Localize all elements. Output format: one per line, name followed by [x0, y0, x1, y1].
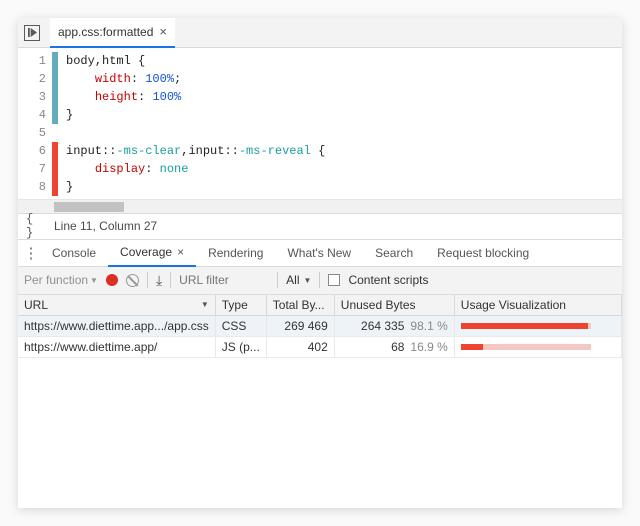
close-icon[interactable]: × [159, 24, 167, 39]
export-icon[interactable]: ⤓ [156, 272, 162, 289]
scrollbar-thumb[interactable] [54, 202, 124, 212]
cell-total: 269 469 [266, 315, 334, 336]
cursor-position: Line 11, Column 27 [54, 219, 157, 233]
coverage-table: URL▼ Type Total By... Unused Bytes Usage… [18, 295, 622, 358]
source-tab-title: app.css:formatted [58, 25, 153, 39]
line-number: 6 [18, 142, 46, 160]
separator [170, 272, 171, 288]
col-total[interactable]: Total By... [266, 295, 334, 316]
chevron-down-icon: ▼ [304, 276, 312, 285]
code-line[interactable]: display: none [66, 160, 622, 178]
code-line[interactable]: } [66, 106, 622, 124]
line-number: 2 [18, 70, 46, 88]
content-scripts-label: Content scripts [348, 273, 428, 287]
line-number: 3 [18, 88, 46, 106]
code-editor[interactable]: 1234567891011121314151617 body,html { wi… [18, 48, 622, 199]
cell-type: CSS [215, 315, 266, 336]
cell-total: 402 [266, 336, 334, 357]
tab-request-blocking[interactable]: Request blocking [425, 239, 541, 267]
cell-type: JS (p... [215, 336, 266, 357]
col-viz[interactable]: Usage Visualization [454, 295, 621, 316]
separator [277, 272, 278, 288]
line-number-gutter: 1234567891011121314151617 [18, 48, 52, 199]
tab-rendering[interactable]: Rendering [196, 239, 275, 267]
chevron-down-icon: ▼ [90, 276, 98, 285]
cell-url: https://www.diettime.app/ [18, 336, 215, 357]
tab-console[interactable]: Console [40, 239, 108, 267]
content-scripts-checkbox[interactable] [328, 274, 340, 286]
line-number: 1 [18, 52, 46, 70]
col-type[interactable]: Type [215, 295, 266, 316]
table-row[interactable]: https://www.diettime.app/JS (p...4026816… [18, 336, 622, 357]
col-unused[interactable]: Unused Bytes [334, 295, 454, 316]
kebab-menu-icon[interactable]: ⋮ [22, 244, 40, 262]
empty-area [18, 358, 622, 509]
devtools-window: app.css:formatted × 12345678910111213141… [18, 18, 622, 508]
close-icon[interactable]: × [177, 245, 184, 259]
code-line[interactable]: } [66, 178, 622, 196]
tab-search[interactable]: Search [363, 239, 425, 267]
code-line[interactable]: height: 100% [66, 88, 622, 106]
source-tabbar: app.css:formatted × [18, 18, 622, 48]
resume-script-icon[interactable] [24, 25, 40, 41]
code-line[interactable]: input::-ms-clear,input::-ms-reveal { [66, 142, 622, 160]
cell-unused: 264 33598.1 % [334, 315, 454, 336]
cell-unused: 6816.9 % [334, 336, 454, 357]
line-number: 5 [18, 124, 46, 142]
line-number: 7 [18, 160, 46, 178]
code-line[interactable] [66, 124, 622, 142]
separator [147, 272, 148, 288]
code-line[interactable]: width: 100%; [66, 70, 622, 88]
horizontal-scrollbar[interactable] [18, 199, 622, 213]
code-line[interactable]: body,html { [66, 52, 622, 70]
record-icon[interactable] [106, 274, 118, 286]
url-filter-input[interactable] [179, 273, 269, 287]
coverage-granularity-select[interactable]: Per function ▼ [24, 273, 98, 287]
col-url[interactable]: URL▼ [18, 295, 215, 316]
coverage-toolbar: Per function ▼ ⤓ All ▼ Content scripts [18, 267, 622, 295]
line-number: 8 [18, 178, 46, 196]
drawer-tabbar: ⋮ Console Coverage × Rendering What's Ne… [18, 239, 622, 267]
clear-icon[interactable] [126, 274, 139, 287]
cell-url: https://www.diettime.app.../app.css [18, 315, 215, 336]
editor-statusbar: { } Line 11, Column 27 [18, 213, 622, 239]
type-filter-select[interactable]: All ▼ [286, 273, 311, 287]
source-tab[interactable]: app.css:formatted × [50, 18, 175, 48]
tab-whatsnew[interactable]: What's New [275, 239, 363, 267]
line-number: 4 [18, 106, 46, 124]
cell-viz [454, 315, 621, 336]
code-content[interactable]: body,html { width: 100%; height: 100%} in… [58, 48, 622, 199]
tab-coverage[interactable]: Coverage × [108, 239, 196, 267]
table-row[interactable]: https://www.diettime.app.../app.cssCSS26… [18, 315, 622, 336]
cell-viz [454, 336, 621, 357]
format-braces-icon[interactable]: { } [26, 212, 46, 240]
chevron-down-icon: ▼ [201, 300, 209, 309]
separator [319, 272, 320, 288]
